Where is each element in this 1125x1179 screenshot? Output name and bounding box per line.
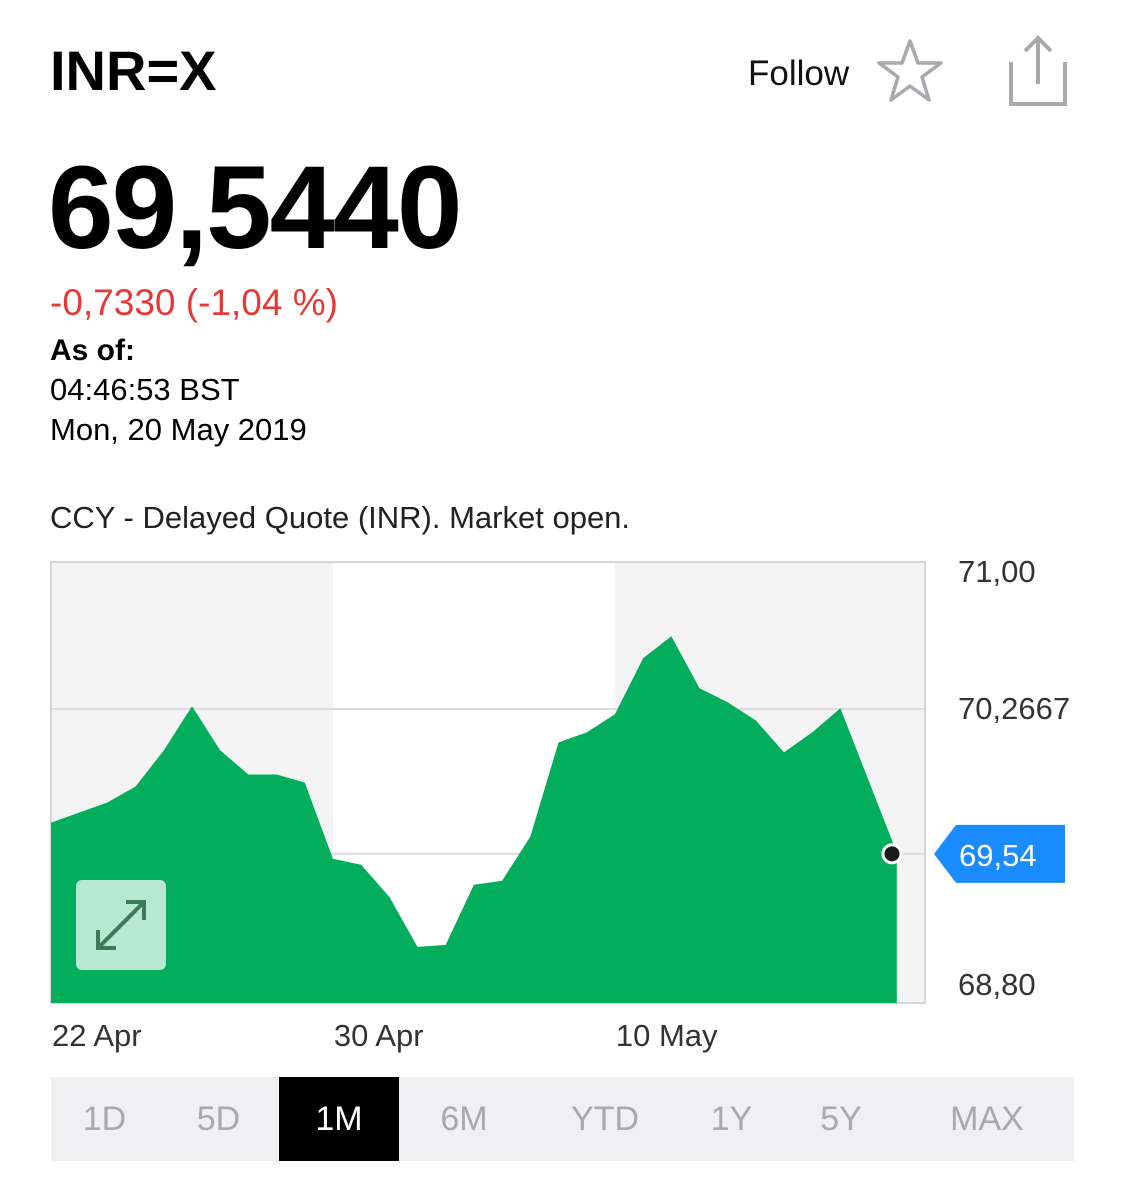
current-value-dot bbox=[881, 843, 903, 865]
follow-button[interactable]: Follow bbox=[748, 54, 849, 94]
range-tab-1y[interactable]: 1Y bbox=[681, 1077, 782, 1161]
as-of-date: Mon, 20 May 2019 bbox=[50, 412, 307, 447]
range-tab-1m[interactable]: 1M bbox=[279, 1077, 399, 1161]
expand-chart-button[interactable] bbox=[76, 880, 166, 970]
current-price: 69,5440 bbox=[48, 142, 463, 274]
range-tab-ytd[interactable]: YTD bbox=[529, 1077, 681, 1161]
x-tick-label: 30 Apr bbox=[334, 1018, 424, 1053]
quote-source-note: CCY - Delayed Quote (INR). Market open. bbox=[50, 500, 631, 535]
current-price-tag-label: 69,54 bbox=[959, 838, 1037, 873]
star-icon[interactable] bbox=[875, 36, 945, 106]
as-of-time: 04:46:53 BST bbox=[50, 372, 240, 407]
y-tick-label: 71,00 bbox=[958, 554, 1036, 589]
y-tick-label: 68,80 bbox=[958, 967, 1036, 1002]
share-icon[interactable] bbox=[1003, 32, 1073, 110]
range-tab-5d[interactable]: 5D bbox=[158, 1077, 279, 1161]
range-tab-1d[interactable]: 1D bbox=[51, 1077, 158, 1161]
range-selector: 1D 5D 1M 6M YTD 1Y 5Y MAX bbox=[51, 1077, 1074, 1161]
ticker-symbol: INR=X bbox=[50, 39, 217, 102]
as-of-label: As of: bbox=[50, 334, 135, 367]
y-tick-label: 70,2667 bbox=[958, 691, 1070, 726]
range-tab-max[interactable]: MAX bbox=[900, 1077, 1074, 1161]
range-tab-6m[interactable]: 6M bbox=[399, 1077, 529, 1161]
x-tick-label: 22 Apr bbox=[52, 1018, 142, 1053]
x-tick-label: 10 May bbox=[616, 1018, 718, 1053]
range-tab-5y[interactable]: 5Y bbox=[782, 1077, 900, 1161]
price-change: -0,7330 (-1,04 %) bbox=[50, 282, 338, 323]
price-chart[interactable]: 71,00 70,2667 68,80 22 Apr 30 Apr 10 May 69,… bbox=[0, 540, 1125, 1070]
